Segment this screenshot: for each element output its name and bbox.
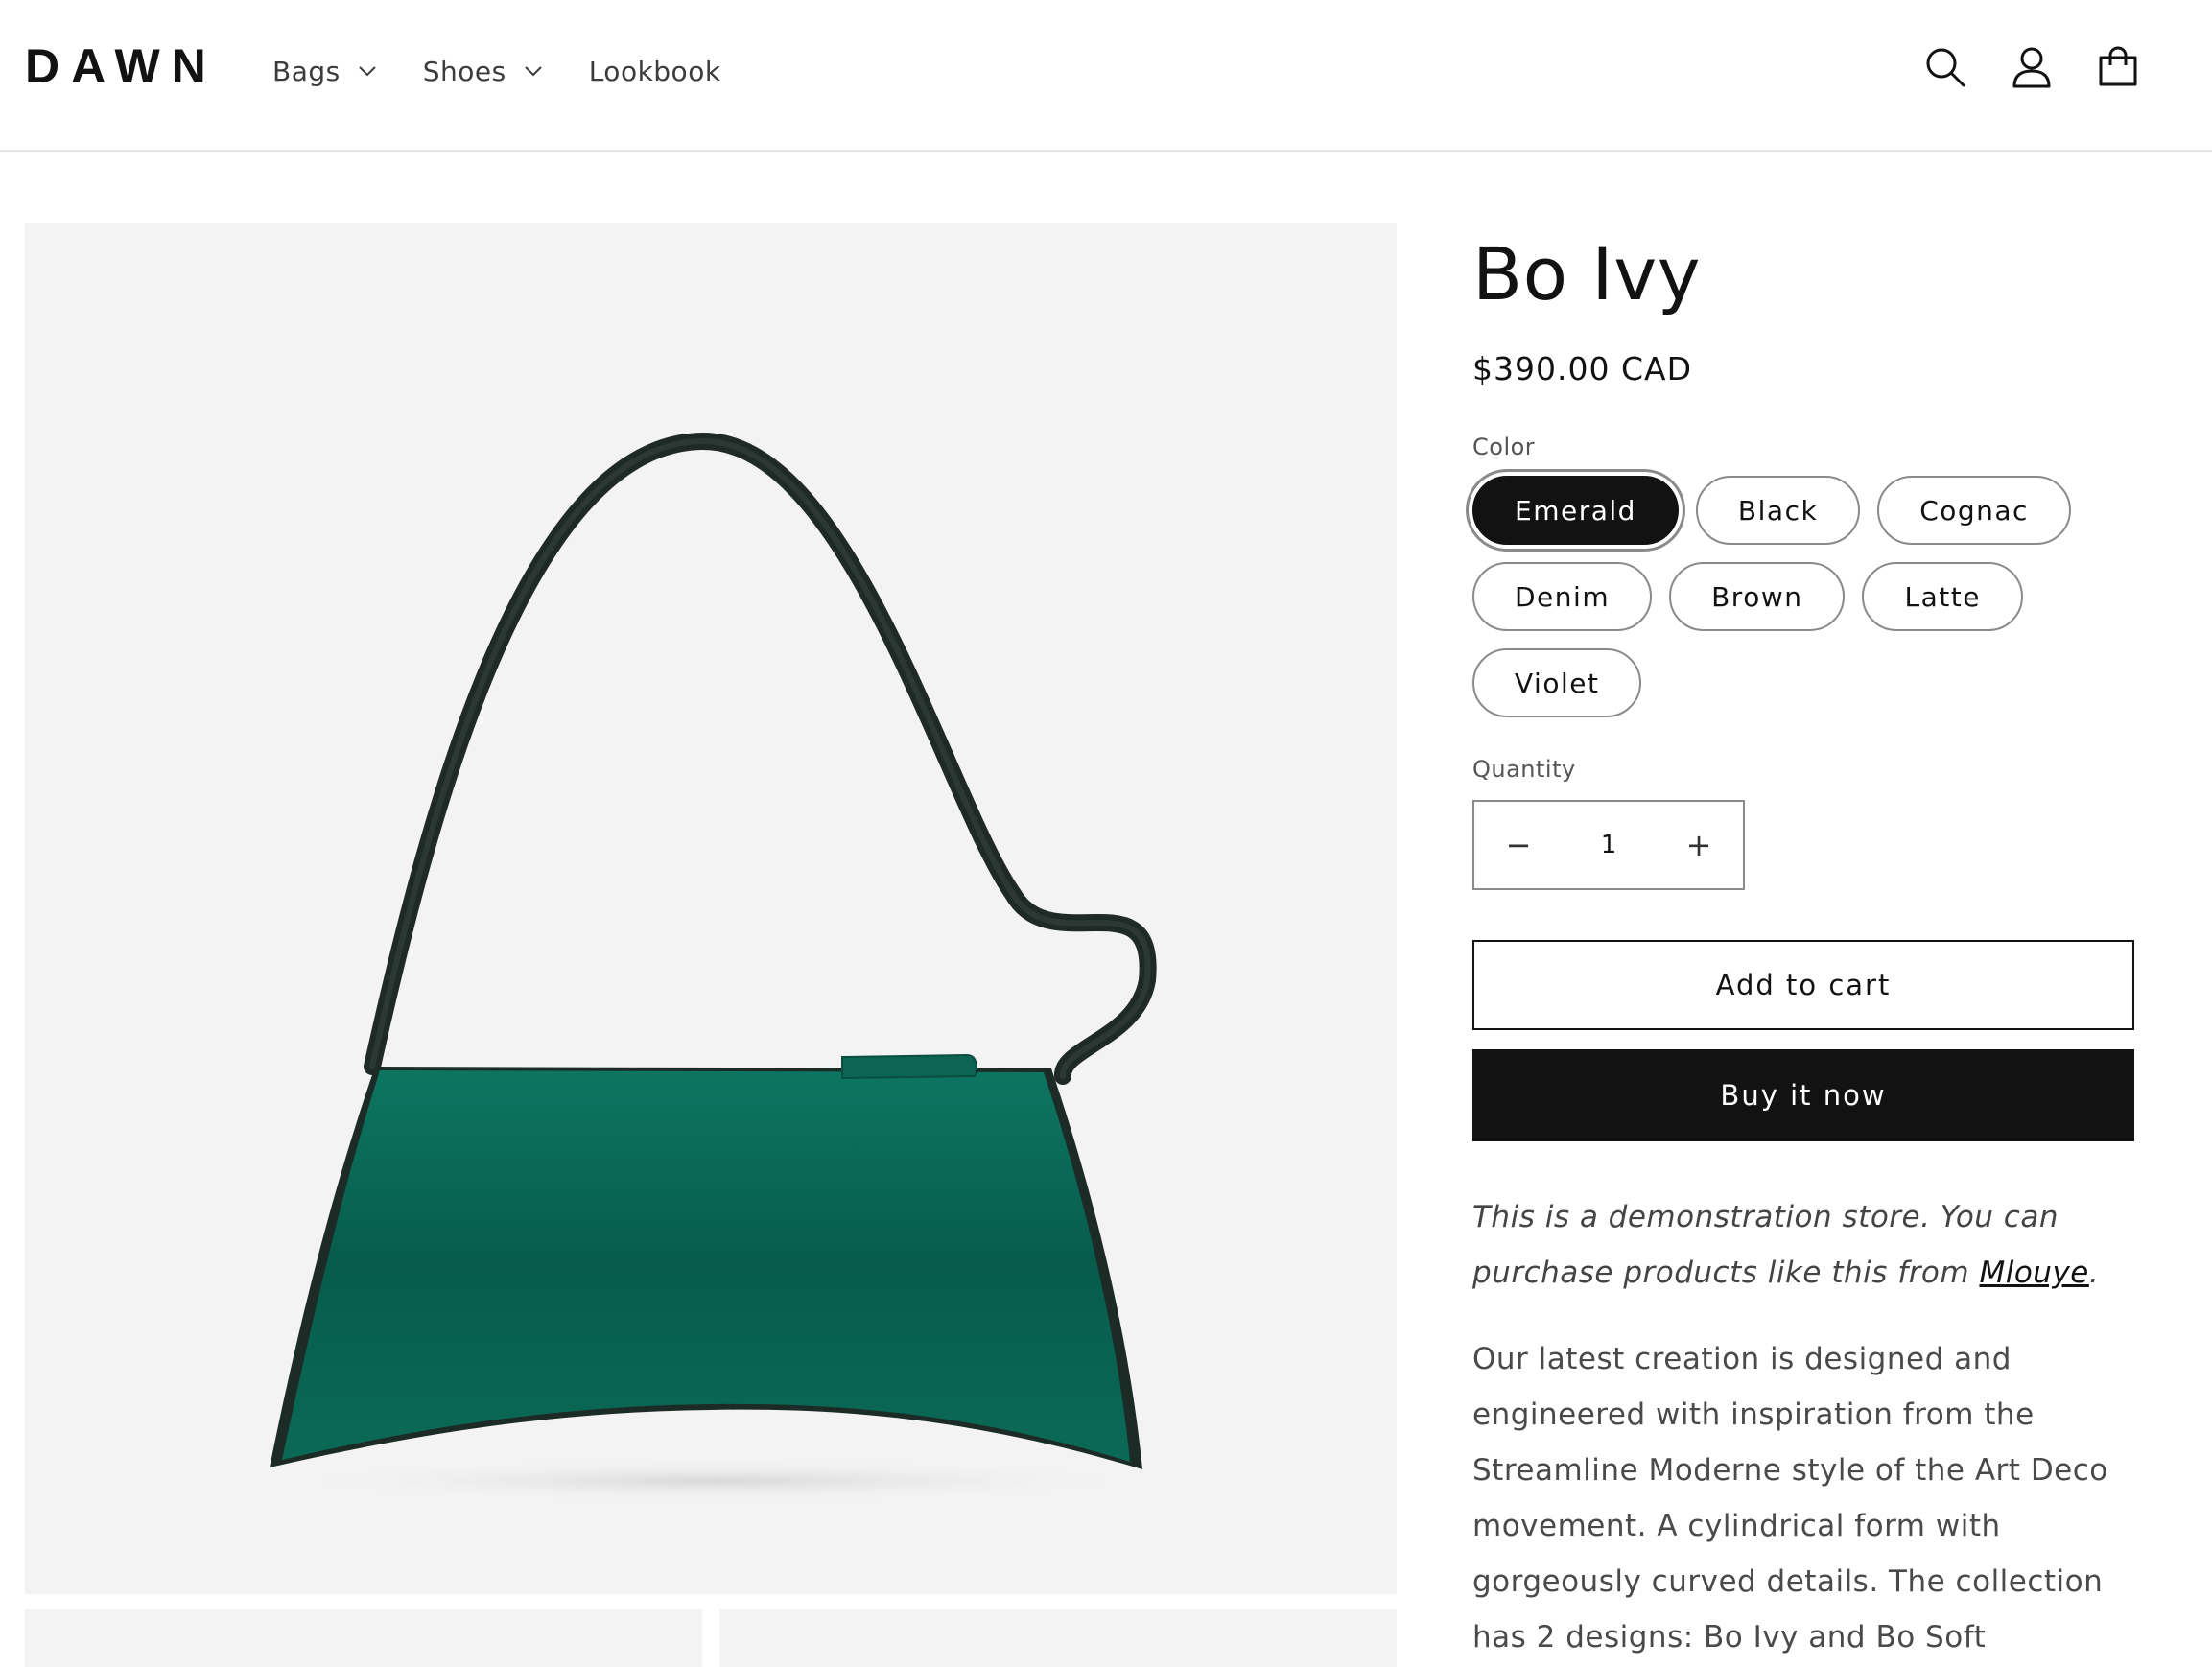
nav-label: Shoes [422,55,506,87]
product-description: Our latest creation is designed and engi… [1472,1342,2108,1655]
nav-item-lookbook[interactable]: Lookbook [589,54,721,88]
chevron-down-icon [524,66,542,77]
color-option-violet[interactable]: Violet [1472,648,1642,718]
color-label: Color [1472,434,1536,461]
add-to-cart-button[interactable]: Add to cart [1472,940,2134,1031]
search-icon[interactable] [1924,46,1966,88]
product-price: $390.00 CAD [1472,350,1692,388]
site-header: DAWN Bags Shoes Lookbook [0,0,2212,152]
nav-label: Bags [272,55,341,87]
main-nav: Bags Shoes Lookbook [272,54,767,88]
product-thumbnail[interactable] [719,1609,1397,1667]
quantity-increase-button[interactable]: + [1655,802,1743,888]
color-option-brown[interactable]: Brown [1669,562,1846,632]
buy-now-button[interactable]: Buy it now [1472,1049,2134,1142]
bag-illustration [270,432,1157,1502]
store-logo[interactable]: DAWN [25,38,218,94]
nav-item-bags[interactable]: Bags [272,54,377,88]
demo-text: This is a demonstration store. You can p… [1472,1200,2059,1291]
account-icon[interactable] [2011,46,2053,88]
demo-text-end: . [2088,1256,2100,1291]
cart-icon[interactable] [2097,46,2139,88]
color-option-denim[interactable]: Denim [1472,562,1653,632]
color-option-emerald[interactable]: Emerald [1472,476,1679,546]
demo-notice: This is a demonstration store. You can p… [1472,1189,2134,1301]
color-option-black[interactable]: Black [1695,476,1861,546]
quantity-decrease-button[interactable]: − [1474,802,1563,888]
product-title: Bo Ivy [1472,231,1702,317]
quantity-label: Quantity [1472,756,1576,784]
mlouye-link[interactable]: Mlouye [1979,1256,2088,1290]
nav-item-shoes[interactable]: Shoes [423,54,543,88]
chevron-down-icon [359,66,376,77]
product-thumbnail[interactable] [25,1609,702,1667]
color-option-latte[interactable]: Latte [1862,562,2023,632]
quantity-stepper: − 1 + [1472,800,1745,891]
product-image[interactable] [25,223,1397,1594]
header-actions [1924,46,2139,88]
color-option-cognac[interactable]: Cognac [1877,476,2071,546]
nav-label: Lookbook [588,55,721,87]
quantity-input[interactable]: 1 [1601,831,1617,859]
color-options: Emerald Black Cognac Denim Brown Latte V… [1472,476,2134,735]
product-info: Bo Ivy $390.00 CAD Color Emerald Black C… [1472,223,2134,1665]
